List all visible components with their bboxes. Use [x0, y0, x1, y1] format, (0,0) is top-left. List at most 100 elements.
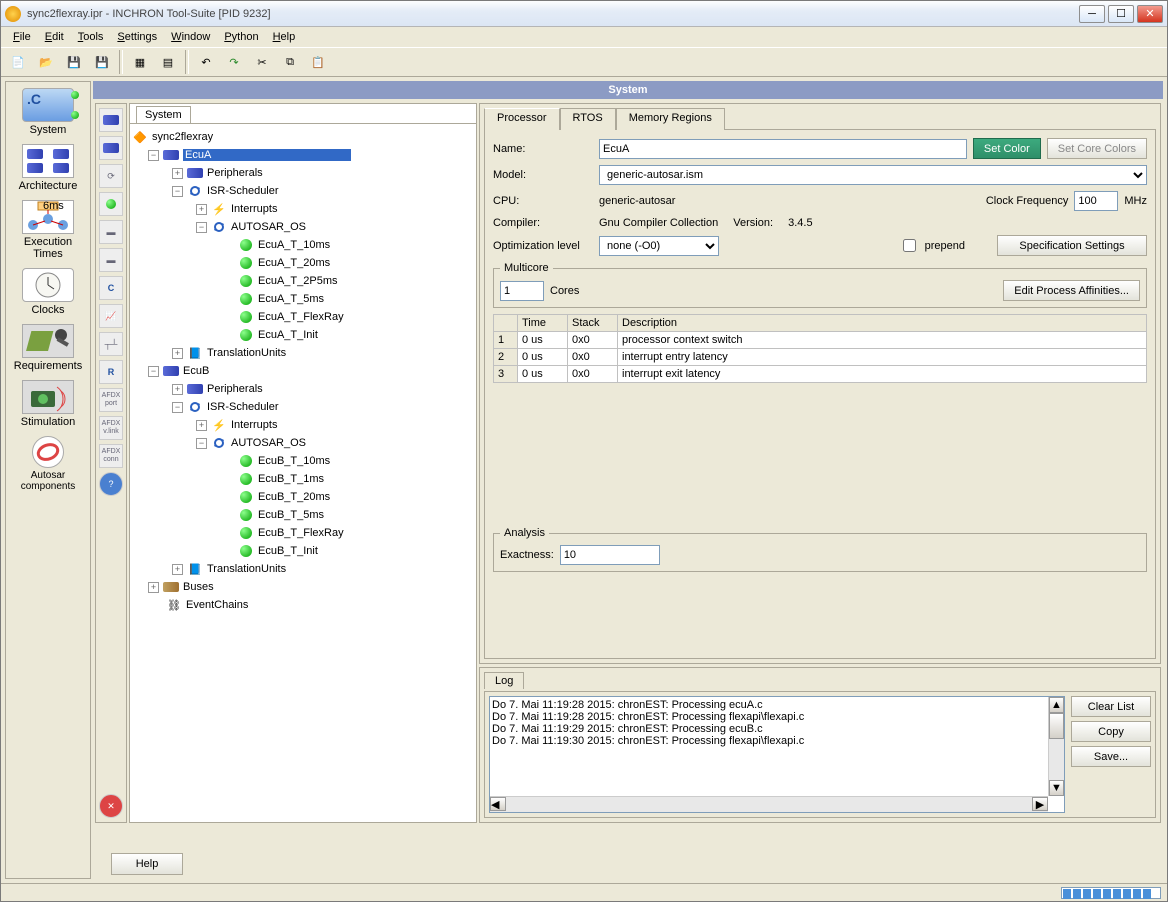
tree-tab-system[interactable]: System [136, 106, 191, 123]
tool-stack-icon[interactable]: ▬ [99, 220, 123, 244]
menu-file[interactable]: File [7, 29, 37, 47]
tool-dot-icon[interactable] [99, 192, 123, 216]
model-select[interactable]: generic-autosar.ism [599, 165, 1147, 185]
tree-task[interactable]: EcuA_T_5ms [258, 293, 324, 305]
window1-icon[interactable]: ▦ [127, 49, 153, 75]
tab-memory-regions[interactable]: Memory Regions [616, 108, 725, 130]
nav-execution-times[interactable]: 6ms Execution Times [8, 198, 88, 262]
log-tab[interactable]: Log [484, 672, 524, 689]
save-icon[interactable]: 💾 [61, 49, 87, 75]
exactness-input[interactable] [560, 545, 660, 565]
tool-afdx-vlink-icon[interactable]: AFDX v.link [99, 416, 123, 440]
menu-settings[interactable]: Settings [111, 29, 163, 47]
nav-architecture[interactable]: Architecture [8, 142, 88, 194]
menu-help[interactable]: Help [267, 29, 302, 47]
copy-button[interactable]: Copy [1071, 721, 1151, 742]
menu-tools[interactable]: Tools [72, 29, 110, 47]
tool-cancel-icon[interactable]: ✕ [99, 794, 123, 818]
tree-task[interactable]: EcuA_T_20ms [258, 257, 330, 269]
chip-icon [187, 165, 203, 181]
tool-net-icon[interactable]: ┬┴ [99, 332, 123, 356]
tab-rtos[interactable]: RTOS [560, 108, 616, 130]
close-button[interactable]: ✕ [1137, 5, 1163, 23]
table-row[interactable]: 30 us0x0interrupt exit latency [494, 366, 1147, 383]
clear-list-button[interactable]: Clear List [1071, 696, 1151, 717]
tool-chart-icon[interactable]: 📈 [99, 304, 123, 328]
menu-python[interactable]: Python [218, 29, 264, 47]
undo-icon[interactable]: ↶ [193, 49, 219, 75]
copy-icon[interactable]: ⧉ [277, 49, 303, 75]
open-icon[interactable]: 📂 [33, 49, 59, 75]
tab-processor[interactable]: Processor [484, 108, 560, 130]
log-scroll-h[interactable]: ◀ ▶ [490, 796, 1048, 812]
expand-icon[interactable]: + [172, 348, 183, 359]
minimize-button[interactable]: ─ [1079, 5, 1105, 23]
set-core-colors-button[interactable]: Set Core Colors [1047, 138, 1147, 159]
tree-task[interactable]: EcuB_T_5ms [258, 509, 324, 521]
collapse-icon[interactable]: − [196, 438, 207, 449]
clockfreq-input[interactable] [1074, 191, 1118, 211]
saveas-icon[interactable]: 💾 [89, 49, 115, 75]
tool-refresh-icon[interactable]: ⟳ [99, 164, 123, 188]
timing-table[interactable]: TimeStackDescription 10 us0x0processor c… [493, 314, 1147, 383]
nav-requirements[interactable]: Requirements [8, 322, 88, 374]
spec-settings-button[interactable]: Specification Settings [997, 235, 1147, 256]
redo-icon[interactable]: ↷ [221, 49, 247, 75]
tree-task[interactable]: EcuA_T_2P5ms [258, 275, 337, 287]
prepend-checkbox[interactable] [903, 239, 916, 252]
tree-task[interactable]: EcuB_T_20ms [258, 491, 330, 503]
tree-ecua[interactable]: EcuA [183, 149, 351, 161]
tree-task[interactable]: EcuB_T_Init [258, 545, 318, 557]
window2-icon[interactable]: ▤ [155, 49, 181, 75]
expand-icon[interactable]: + [172, 168, 183, 179]
system-tree[interactable]: 🔶sync2flexray −EcuA +Peripherals −ISR-Sc… [130, 124, 476, 822]
new-icon[interactable]: 📄 [5, 49, 31, 75]
tool-afdx-port-icon[interactable]: AFDX port [99, 388, 123, 412]
tree-task[interactable]: EcuA_T_10ms [258, 239, 330, 251]
expand-icon[interactable]: + [196, 204, 207, 215]
paste-icon[interactable]: 📋 [305, 49, 331, 75]
tree-task[interactable]: EcuB_T_FlexRay [258, 527, 344, 539]
table-row[interactable]: 10 us0x0processor context switch [494, 332, 1147, 349]
optlvl-select[interactable]: none (-O0) [599, 236, 719, 256]
expand-icon[interactable]: + [172, 564, 183, 575]
tree-task[interactable]: EcuA_T_Init [258, 329, 318, 341]
properties-panel: Processor RTOS Memory Regions Name: Set … [479, 103, 1161, 664]
set-color-button[interactable]: Set Color [973, 138, 1041, 159]
tool-help-icon[interactable]: ? [99, 472, 123, 496]
cut-icon[interactable]: ✂ [249, 49, 275, 75]
tool-c-icon[interactable]: C [99, 276, 123, 300]
edit-affinities-button[interactable]: Edit Process Affinities... [1003, 280, 1140, 301]
collapse-icon[interactable]: − [196, 222, 207, 233]
nav-autosar-components[interactable]: Autosar components [8, 434, 88, 494]
save-button[interactable]: Save... [1071, 746, 1151, 767]
log-text[interactable]: Do 7. Mai 11:19:28 2015: chronEST: Proce… [489, 696, 1065, 813]
expand-icon[interactable]: + [172, 384, 183, 395]
tool-chip2-icon[interactable] [99, 136, 123, 160]
tool-r-icon[interactable]: R [99, 360, 123, 384]
expand-icon[interactable]: + [196, 420, 207, 431]
nav-stimulation[interactable]: Stimulation [8, 378, 88, 430]
nav-clocks[interactable]: Clocks [8, 266, 88, 318]
collapse-icon[interactable]: − [172, 186, 183, 197]
tree-task[interactable]: EcuB_T_1ms [258, 473, 324, 485]
nav-system[interactable]: .C System [8, 86, 88, 138]
tree-task[interactable]: EcuA_T_FlexRay [258, 311, 344, 323]
cores-input[interactable] [500, 281, 544, 301]
log-scroll-v[interactable]: ▲ ▼ [1048, 697, 1064, 796]
collapse-icon[interactable]: − [148, 366, 159, 377]
title-bar: sync2flexray.ipr - INCHRON Tool-Suite [P… [1, 1, 1167, 27]
tool-chip-icon[interactable] [99, 108, 123, 132]
tool-stack2-icon[interactable]: ▬ [99, 248, 123, 272]
maximize-button[interactable]: ☐ [1108, 5, 1134, 23]
collapse-icon[interactable]: − [172, 402, 183, 413]
help-button[interactable]: Help [111, 853, 183, 875]
tool-afdx-conn-icon[interactable]: AFDX conn [99, 444, 123, 468]
table-row[interactable]: 20 us0x0interrupt entry latency [494, 349, 1147, 366]
expand-icon[interactable]: + [148, 582, 159, 593]
name-input[interactable] [599, 139, 967, 159]
menu-edit[interactable]: Edit [39, 29, 70, 47]
collapse-icon[interactable]: − [148, 150, 159, 161]
tree-task[interactable]: EcuB_T_10ms [258, 455, 330, 467]
menu-window[interactable]: Window [165, 29, 216, 47]
